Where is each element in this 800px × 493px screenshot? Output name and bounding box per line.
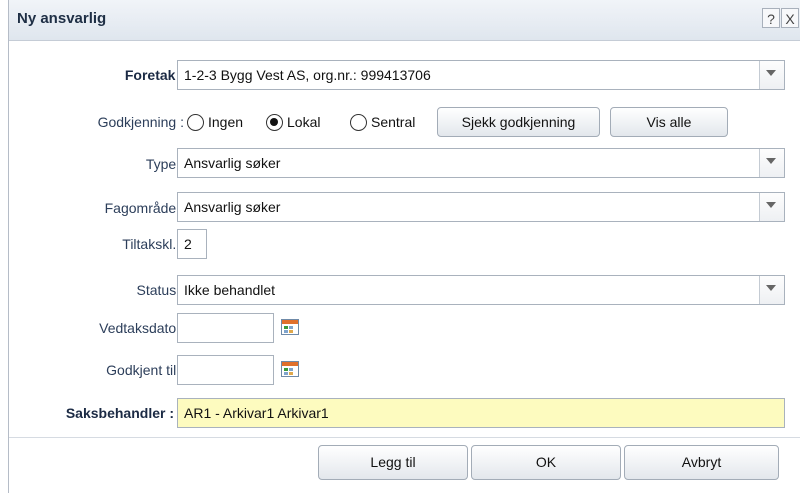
- type-select[interactable]: Ansvarlig søker: [177, 148, 785, 178]
- fagomrade-value: Ansvarlig søker: [184, 199, 281, 215]
- status-value: Ikke behandlet: [184, 282, 276, 298]
- radio-ingen[interactable]: [187, 114, 204, 131]
- radio-lokal-label: Lokal: [287, 114, 321, 130]
- ok-button[interactable]: OK: [471, 445, 621, 480]
- check-approval-button[interactable]: Sjekk godkjenning: [437, 107, 600, 137]
- saksbehandler-value: AR1 - Arkivar1 Arkivar1: [184, 405, 329, 421]
- tiltakskl-value: 2: [184, 236, 192, 252]
- fagomrade-select[interactable]: Ansvarlig søker: [177, 192, 785, 222]
- footer-divider: [9, 437, 800, 438]
- radio-lokal[interactable]: [266, 114, 283, 131]
- dialog-ny-ansvarlig: Ny ansvarlig ? X Foretak : 1-2-3 Bygg Ve…: [8, 0, 800, 493]
- tiltakskl-label: Tiltakskl. :: [122, 236, 184, 252]
- godkjent-til-label: Godkjent til :: [106, 362, 184, 378]
- saksbehandler-field[interactable]: AR1 - Arkivar1 Arkivar1: [177, 398, 785, 428]
- godkjent-til-input[interactable]: [177, 355, 274, 385]
- show-all-button[interactable]: Vis alle: [610, 107, 728, 137]
- dialog-title: Ny ansvarlig: [17, 10, 107, 27]
- help-icon[interactable]: ?: [762, 8, 780, 28]
- vedtaksdato-input[interactable]: [177, 313, 274, 343]
- close-icon[interactable]: X: [781, 8, 799, 28]
- vedtaksdato-label: Vedtaksdato :: [99, 320, 184, 336]
- foretak-value: 1-2-3 Bygg Vest AS, org.nr.: 999413706: [184, 67, 431, 83]
- chevron-down-icon[interactable]: [759, 61, 784, 89]
- foretak-label: Foretak :: [124, 67, 184, 83]
- calendar-icon[interactable]: [281, 319, 299, 335]
- add-button[interactable]: Legg til: [318, 445, 468, 480]
- type-value: Ansvarlig søker: [184, 155, 281, 171]
- radio-sentral-label: Sentral: [371, 114, 416, 130]
- radio-sentral[interactable]: [350, 114, 367, 131]
- radio-ingen-label: Ingen: [208, 114, 244, 130]
- godkjenning-label: Godkjenning :: [97, 114, 184, 130]
- tiltakskl-input[interactable]: 2: [177, 229, 207, 259]
- radio-selected-dot: [270, 118, 278, 126]
- saksbehandler-label: Saksbehandler :: [65, 405, 174, 421]
- calendar-icon[interactable]: [281, 361, 299, 377]
- chevron-down-icon[interactable]: [759, 193, 784, 221]
- status-select[interactable]: Ikke behandlet: [177, 275, 785, 305]
- cancel-button[interactable]: Avbryt: [624, 445, 779, 480]
- foretak-select[interactable]: 1-2-3 Bygg Vest AS, org.nr.: 999413706: [177, 60, 785, 90]
- title-bar[interactable]: Ny ansvarlig ? X: [9, 0, 800, 41]
- fagomrade-label: Fagområde :: [104, 200, 184, 216]
- chevron-down-icon[interactable]: [759, 276, 784, 304]
- chevron-down-icon[interactable]: [759, 149, 784, 177]
